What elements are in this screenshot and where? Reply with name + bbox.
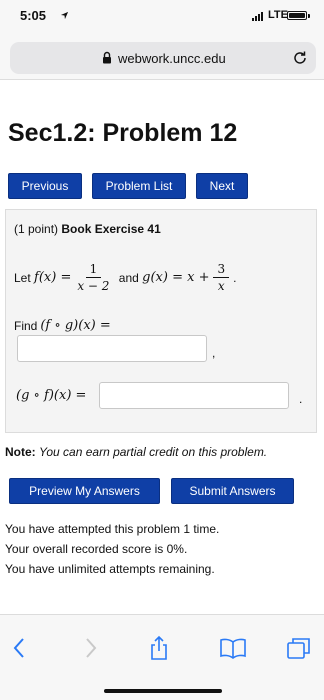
g-denominator: x (217, 279, 225, 293)
g-definition-lhs: g(x) = x + (142, 270, 210, 285)
and-text: and (118, 270, 139, 285)
g-period: . (233, 270, 237, 285)
find-fog-label: Find (f ∘ g)(x) = (14, 318, 111, 333)
f-numerator: 1 (85, 262, 102, 278)
battery-icon (287, 11, 307, 20)
preview-answers-button[interactable]: Preview My Answers (9, 478, 160, 504)
url-text[interactable]: webwork.uncc.edu (118, 51, 226, 66)
attempts-remaining-text: You have unlimited attempts remaining. (5, 562, 215, 576)
back-icon[interactable] (12, 637, 26, 659)
tabs-icon[interactable] (287, 637, 311, 659)
battery-nub (308, 14, 310, 18)
address-bar[interactable]: webwork.uncc.edu (10, 42, 316, 74)
exercise-title: Book Exercise 41 (61, 222, 161, 236)
fog-answer-input[interactable] (17, 335, 207, 362)
function-definitions: Let f(x) = 1 x − 2 and g(x) = x + 3 x . (14, 262, 236, 293)
find-text: Find (14, 318, 38, 333)
partial-credit-note: Note: You can earn partial credit on thi… (5, 445, 267, 459)
note-text: You can earn partial credit on this prob… (39, 445, 268, 459)
problem-box: (1 point) Book Exercise 41 Let f(x) = 1 … (5, 209, 317, 433)
share-icon[interactable] (149, 635, 169, 661)
previous-button[interactable]: Previous (8, 173, 82, 199)
next-button[interactable]: Next (196, 173, 248, 199)
f-denominator: x − 2 (77, 279, 110, 293)
network-label: LTE (268, 9, 288, 21)
comma: , (212, 346, 216, 360)
status-time: 5:05 (20, 8, 47, 23)
fog-expression: (f ∘ g)(x) = (40, 318, 111, 333)
period: . (299, 392, 303, 406)
note-label: Note: (5, 445, 36, 459)
f-fraction: 1 x − 2 (75, 262, 111, 293)
let-text: Let (14, 270, 31, 285)
lock-icon (103, 51, 111, 64)
points-label: (1 point) (14, 222, 59, 236)
f-definition-lhs: f(x) = (34, 270, 72, 285)
problem-header: (1 point) Book Exercise 41 (14, 222, 161, 236)
submit-answers-button[interactable]: Submit Answers (171, 478, 294, 504)
page-title: Sec1.2: Problem 12 (8, 119, 238, 147)
home-indicator (104, 689, 222, 693)
problem-list-button[interactable]: Problem List (92, 173, 186, 199)
forward-icon[interactable] (84, 637, 98, 659)
location-arrow-icon (60, 11, 69, 20)
g-numerator: 3 (213, 262, 230, 278)
gof-answer-input[interactable] (99, 382, 289, 409)
browser-address-area: webwork.uncc.edu (0, 38, 324, 80)
status-bar: 5:05 LTE (0, 0, 324, 38)
attempt-info: You have attempted this problem 1 time. … (5, 519, 219, 579)
reload-icon[interactable] (292, 50, 308, 66)
signal-icon (252, 12, 263, 21)
bookmarks-icon[interactable] (220, 637, 246, 659)
browser-toolbar (0, 614, 324, 700)
attempt-count-text: You have attempted this problem 1 time. (5, 522, 220, 536)
score-text: Your overall recorded score is 0%. (5, 542, 188, 556)
gof-expression: (g ∘ f)(x) = (16, 388, 87, 403)
g-fraction: 3 x (213, 262, 230, 293)
